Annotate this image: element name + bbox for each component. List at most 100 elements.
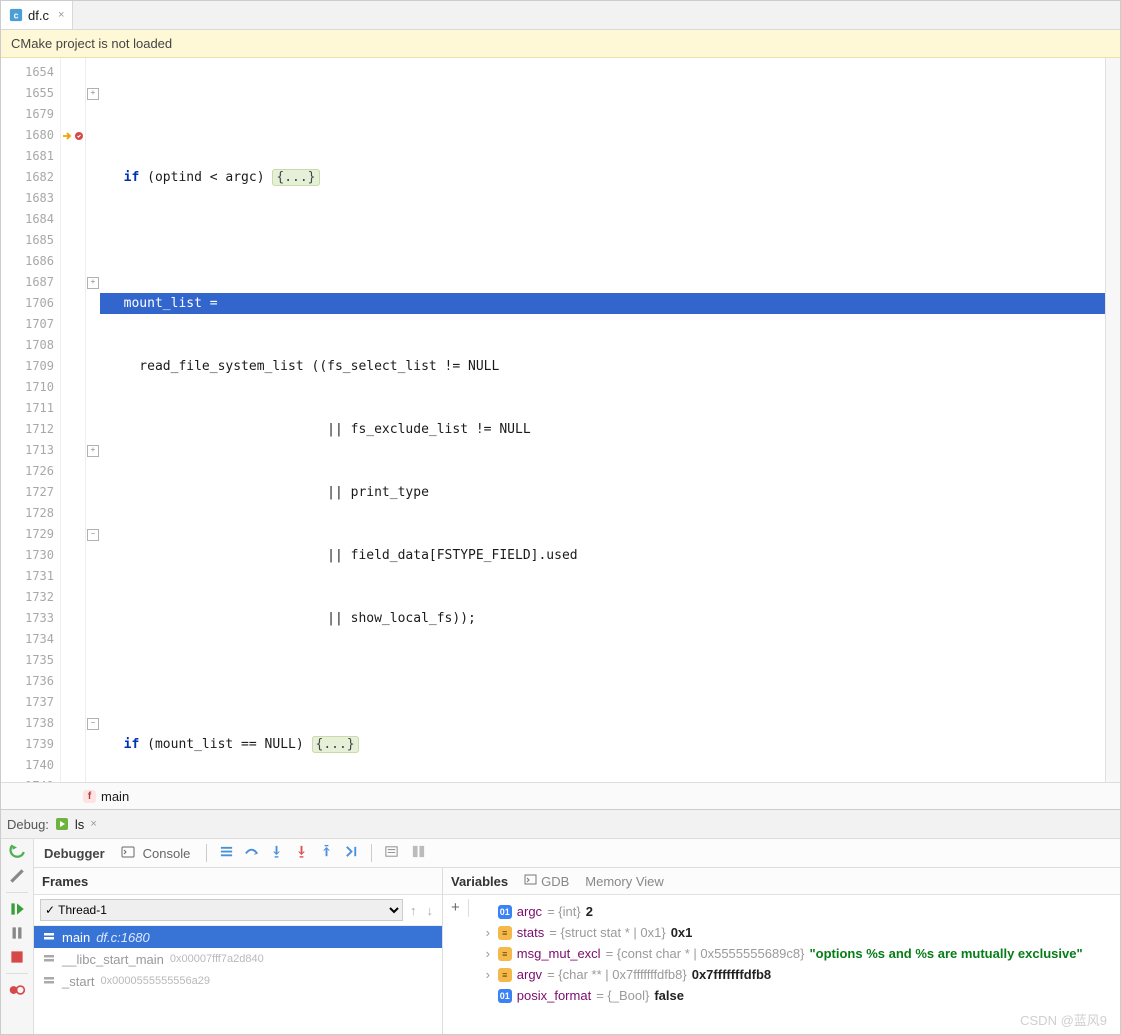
fold-gutter[interactable]: + + + − −: [86, 58, 100, 782]
expand-icon[interactable]: ›: [483, 946, 493, 961]
line-number[interactable]: 1711: [1, 398, 60, 419]
line-number[interactable]: 1739: [1, 734, 60, 755]
cmake-warning-banner[interactable]: CMake project is not loaded: [1, 30, 1120, 58]
code-line[interactable]: || field_data[FSTYPE_FIELD].used: [100, 545, 1105, 566]
line-number[interactable]: 1726: [1, 461, 60, 482]
fold-marker-icon[interactable]: +: [87, 445, 99, 457]
memory-view-tab[interactable]: Memory View: [585, 867, 664, 895]
line-number[interactable]: 1685: [1, 230, 60, 251]
step-into-button[interactable]: [269, 844, 284, 862]
pause-button[interactable]: [8, 924, 26, 942]
force-step-into-button[interactable]: [294, 844, 309, 862]
step-over-button[interactable]: [244, 844, 259, 862]
mute-breakpoints-button[interactable]: [8, 981, 26, 999]
line-number[interactable]: 1707: [1, 314, 60, 335]
expand-icon[interactable]: ›: [483, 967, 493, 982]
rerun-button[interactable]: [8, 843, 26, 861]
line-number[interactable]: 1710: [1, 377, 60, 398]
line-number[interactable]: 1741: [1, 776, 60, 782]
stack-frame[interactable]: _start 0x0000555555556a29: [34, 970, 442, 992]
variable-row[interactable]: ›≡ msg_mut_excl = {const char * | 0x5555…: [477, 943, 1112, 964]
line-number[interactable]: 1684: [1, 209, 60, 230]
stop-button[interactable]: [8, 948, 26, 966]
code-line[interactable]: if (mount_list == NULL) {...}: [100, 734, 1105, 755]
close-icon[interactable]: ×: [58, 9, 64, 21]
editor-scrollbar[interactable]: [1105, 58, 1120, 782]
line-number[interactable]: 1727: [1, 482, 60, 503]
add-watch-button[interactable]: +: [451, 899, 460, 916]
line-number[interactable]: 1740: [1, 755, 60, 776]
stack-frame[interactable]: main df.c:1680: [34, 926, 442, 948]
folded-region[interactable]: {...}: [272, 169, 319, 186]
code-area[interactable]: if (optind < argc) {...} mount_list = re…: [100, 58, 1105, 782]
settings-button[interactable]: [8, 867, 26, 885]
step-out-button[interactable]: [319, 844, 334, 862]
variable-row[interactable]: 01 posix_format = {_Bool} false: [477, 985, 1112, 1006]
debug-config-name[interactable]: ls: [75, 817, 84, 832]
line-number[interactable]: 1729: [1, 524, 60, 545]
line-number[interactable]: 1732: [1, 587, 60, 608]
breadcrumb-function-name[interactable]: main: [101, 789, 129, 804]
stack-frame[interactable]: __libc_start_main 0x00007fff7a2d840: [34, 948, 442, 970]
line-number[interactable]: 1731: [1, 566, 60, 587]
gdb-tab[interactable]: GDB: [524, 867, 569, 895]
frames-tab[interactable]: Frames: [42, 867, 88, 895]
variables-list[interactable]: 01 argc = {int} 2›≡ stats = {struct stat…: [477, 899, 1112, 1006]
close-icon[interactable]: ×: [90, 818, 96, 830]
layout-button[interactable]: [411, 844, 426, 862]
line-number[interactable]: 1683: [1, 188, 60, 209]
line-number[interactable]: 1686: [1, 251, 60, 272]
line-number[interactable]: 1682: [1, 167, 60, 188]
fold-marker-icon[interactable]: +: [87, 88, 99, 100]
execution-marker[interactable]: [61, 125, 85, 146]
line-number[interactable]: 1735: [1, 650, 60, 671]
variable-row[interactable]: ›≡ stats = {struct stat * | 0x1} 0x1: [477, 922, 1112, 943]
code-line[interactable]: if (optind < argc) {...}: [100, 167, 1105, 188]
line-number[interactable]: 1708: [1, 335, 60, 356]
line-number[interactable]: 1728: [1, 503, 60, 524]
code-line[interactable]: || show_local_fs));: [100, 608, 1105, 629]
console-tab[interactable]: Console: [121, 843, 195, 864]
fold-marker-icon[interactable]: −: [87, 529, 99, 541]
next-frame-button[interactable]: ↓: [424, 903, 437, 918]
folded-region[interactable]: {...}: [312, 736, 359, 753]
show-exec-point-button[interactable]: [219, 844, 234, 862]
line-number[interactable]: 1655: [1, 83, 60, 104]
frames-list[interactable]: main df.c:1680__libc_start_main 0x00007f…: [34, 926, 442, 1034]
variable-row[interactable]: 01 argc = {int} 2: [477, 901, 1112, 922]
debugger-tab[interactable]: Debugger: [40, 843, 109, 864]
line-number[interactable]: 1730: [1, 545, 60, 566]
thread-selector[interactable]: ✓ Thread-1: [40, 899, 403, 921]
line-number[interactable]: 1737: [1, 692, 60, 713]
resume-button[interactable]: [8, 900, 26, 918]
prev-frame-button[interactable]: ↑: [407, 903, 420, 918]
structure-breadcrumb[interactable]: f main: [1, 782, 1120, 809]
line-number[interactable]: 1687: [1, 272, 60, 293]
code-line[interactable]: [100, 671, 1105, 692]
code-line[interactable]: || fs_exclude_list != NULL: [100, 419, 1105, 440]
expand-icon[interactable]: ›: [483, 925, 493, 940]
line-number-gutter[interactable]: 1654165516791680168116821683168416851686…: [1, 58, 61, 782]
line-number[interactable]: 1679: [1, 104, 60, 125]
debug-tool-window-header[interactable]: Debug: ls ×: [1, 809, 1120, 839]
breakpoint-gutter[interactable]: [61, 58, 86, 782]
code-line[interactable]: [100, 230, 1105, 251]
editor-tab-active[interactable]: c df.c ×: [1, 1, 73, 29]
line-number[interactable]: 1736: [1, 671, 60, 692]
line-number[interactable]: 1706: [1, 293, 60, 314]
line-number[interactable]: 1713: [1, 440, 60, 461]
line-number[interactable]: 1680: [1, 125, 60, 146]
fold-marker-icon[interactable]: −: [87, 718, 99, 730]
run-to-cursor-button[interactable]: [344, 844, 359, 862]
code-editor[interactable]: 1654165516791680168116821683168416851686…: [1, 58, 1120, 782]
line-number[interactable]: 1733: [1, 608, 60, 629]
fold-marker-icon[interactable]: +: [87, 277, 99, 289]
line-number[interactable]: 1734: [1, 629, 60, 650]
line-number[interactable]: 1712: [1, 419, 60, 440]
variable-row[interactable]: ›≡ argv = {char ** | 0x7fffffffdfb8} 0x7…: [477, 964, 1112, 985]
code-line[interactable]: read_file_system_list ((fs_select_list !…: [100, 356, 1105, 377]
evaluate-button[interactable]: [384, 844, 399, 862]
code-line-current[interactable]: mount_list =: [100, 293, 1105, 314]
line-number[interactable]: 1709: [1, 356, 60, 377]
code-line[interactable]: [100, 104, 1105, 125]
